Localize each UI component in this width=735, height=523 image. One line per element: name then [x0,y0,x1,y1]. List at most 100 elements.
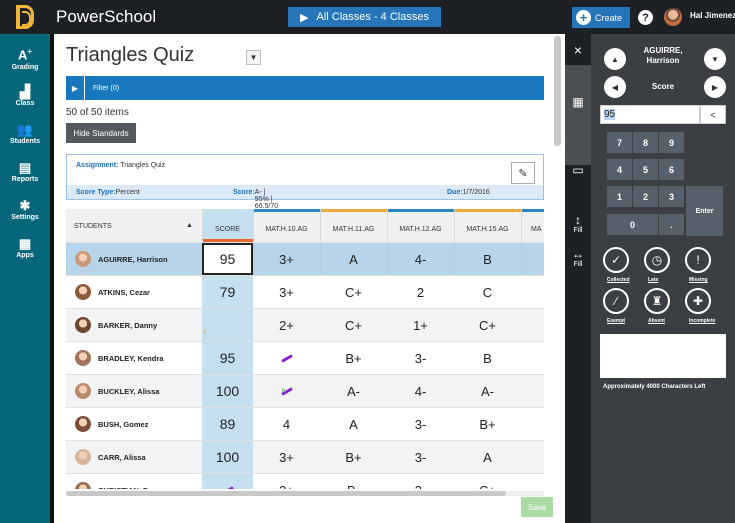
clock-icon[interactable]: ◷ [644,247,670,273]
nav-class[interactable]: ▟ Class [0,77,50,115]
user-name[interactable]: Hal Jimenez [690,11,735,20]
status-label[interactable]: Collected [607,277,630,283]
key-6[interactable]: 6 [659,159,684,180]
nav-reports[interactable]: ▤ Reports [0,153,50,191]
key-0[interactable]: 0 [607,214,658,235]
table-row[interactable]: BARKER, Danny 2+ C+ 1+ C+! [66,308,544,341]
standard-cell[interactable]: C+ [454,474,521,490]
table-row[interactable]: BUSH, Gomez 89 4 A 3- B+ [66,407,544,440]
comment-button[interactable]: ▭ [565,159,591,181]
key-3[interactable]: 3 [659,186,684,207]
standard-cell[interactable]: B- [320,474,387,490]
standard-cell[interactable] [253,375,320,407]
standard-cell[interactable]: 2+ [253,309,320,341]
standard-cell[interactable]: 4- [387,375,454,407]
close-panel-button[interactable]: × [565,34,591,65]
standard-cell[interactable]: 3- [387,342,454,374]
standard-cell[interactable]: B [454,342,521,374]
table-row[interactable]: BRADLEY, Kendra 95 B+ 3- B [66,341,544,374]
standard-cell[interactable] [253,342,320,374]
status-label[interactable]: Missing [689,277,708,283]
prev-student-button[interactable]: ▲ [604,48,626,70]
standard-cell[interactable]: C+ [454,309,521,341]
student-name[interactable]: ATKINS, Cezar [98,276,150,308]
standard-cell[interactable]: C+ [320,309,387,341]
vertical-scrollbar[interactable] [554,36,561,146]
student-name[interactable]: AGUIRRE, Harrison [98,243,168,275]
student-name[interactable]: BARKER, Danny [98,309,157,341]
fill-down-button[interactable]: ↕ Fill [565,208,591,238]
slash-icon[interactable]: ∕ [603,288,629,314]
standard-cell[interactable]: A [320,408,387,440]
student-name[interactable]: CARR, Alissa [98,441,146,473]
table-row[interactable]: CHRISTIAN, Danny 3+B-3-C+ [66,473,544,489]
standard-cell[interactable]: 3+ [253,276,320,308]
score-cell[interactable]: 100 [202,375,253,407]
score-cell[interactable] [202,309,253,341]
nav-settings[interactable]: ✱ Settings [0,191,50,229]
comment-textarea[interactable] [600,334,726,378]
nav-apps[interactable]: ▦ Apps [0,229,50,267]
score-cell[interactable]: 100 [202,441,253,473]
key-4[interactable]: 4 [607,159,632,180]
status-label[interactable]: Exempt [607,318,625,324]
nav-grading[interactable]: A+ Grading [0,39,50,77]
score-cell[interactable]: 95 [202,342,253,374]
powerschool-logo[interactable] [0,0,50,34]
student-name[interactable]: CHRISTIAN, Danny [98,474,166,490]
student-name[interactable]: BUSH, Gomez [98,408,148,440]
score-cell[interactable]: 79 [202,276,253,308]
standard-cell[interactable]: C+ [320,276,387,308]
status-label[interactable]: Absent [648,318,665,324]
standard-cell[interactable]: 4- [387,243,454,275]
horizontal-scrollbar[interactable] [66,491,544,496]
standard-cell[interactable]: 3- [387,474,454,490]
col-header-score[interactable]: SCORE [202,209,253,242]
students-header[interactable]: STUDENTS [74,223,112,230]
key-7[interactable]: 7 [607,132,632,153]
chair-icon[interactable]: ♜ [644,288,670,314]
create-button[interactable]: + Create [572,7,631,28]
standard-cell[interactable]: 3+ [253,474,320,490]
key-decimal[interactable]: . [659,214,684,235]
help-button[interactable]: ? [638,10,653,25]
save-button[interactable]: Save [521,497,553,517]
next-student-button[interactable]: ▼ [704,48,726,70]
grid-view-button[interactable]: ▦ [565,91,591,113]
standard-cell[interactable]: 2 [387,276,454,308]
standard-cell[interactable]: 3+ [253,243,320,275]
key-9[interactable]: 9 [659,132,684,153]
sort-ascending-icon[interactable]: ▲ [186,222,193,229]
standard-cell[interactable]: A- [320,375,387,407]
backspace-button[interactable]: < [700,105,726,124]
col-header-mat-h-11[interactable]: MAT.H.11.AG [320,209,387,242]
key-1[interactable]: 1 [607,186,632,207]
score-cell[interactable]: 89 [202,408,253,440]
user-avatar[interactable] [664,8,682,26]
standard-cell[interactable]: A [320,243,387,275]
standard-cell[interactable]: C [454,276,521,308]
standard-cell[interactable]: 3- [387,408,454,440]
key-8[interactable]: 8 [633,132,658,153]
table-row[interactable]: AGUIRRE, Harrison 95 3+ A 4- B [66,242,544,275]
student-name[interactable]: BUCKLEY, Alissa [98,375,159,407]
standard-cell[interactable]: A- [454,375,521,407]
nav-students[interactable]: 👥 Students [0,115,50,153]
standard-cell[interactable]: B+ [454,408,521,440]
col-header-mat-h-12[interactable]: MAT.H.12.AG [387,209,454,242]
check-icon[interactable]: ✓ [603,247,629,273]
key-5[interactable]: 5 [633,159,658,180]
standard-cell[interactable]: B+ [320,342,387,374]
class-selector[interactable]: ▶ All Classes - 4 Classes [288,7,441,27]
score-input[interactable]: 95 [600,105,700,124]
status-label[interactable]: Incomplete [689,318,715,324]
student-name[interactable]: BRADLEY, Kendra [98,342,163,374]
edit-assignment-button[interactable]: ✎ [511,162,535,184]
table-row[interactable]: CARR, Alissa 100 3+ B+ 3- A [66,440,544,473]
standard-cell[interactable]: 3- [387,441,454,473]
exclamation-icon[interactable]: ! [685,247,711,273]
table-row[interactable]: BUCKLEY, Alissa 100 A- 4- A- [66,374,544,407]
standard-cell[interactable]: 4 [253,408,320,440]
key-2[interactable]: 2 [633,186,658,207]
standard-cell[interactable]: 3+ [253,441,320,473]
